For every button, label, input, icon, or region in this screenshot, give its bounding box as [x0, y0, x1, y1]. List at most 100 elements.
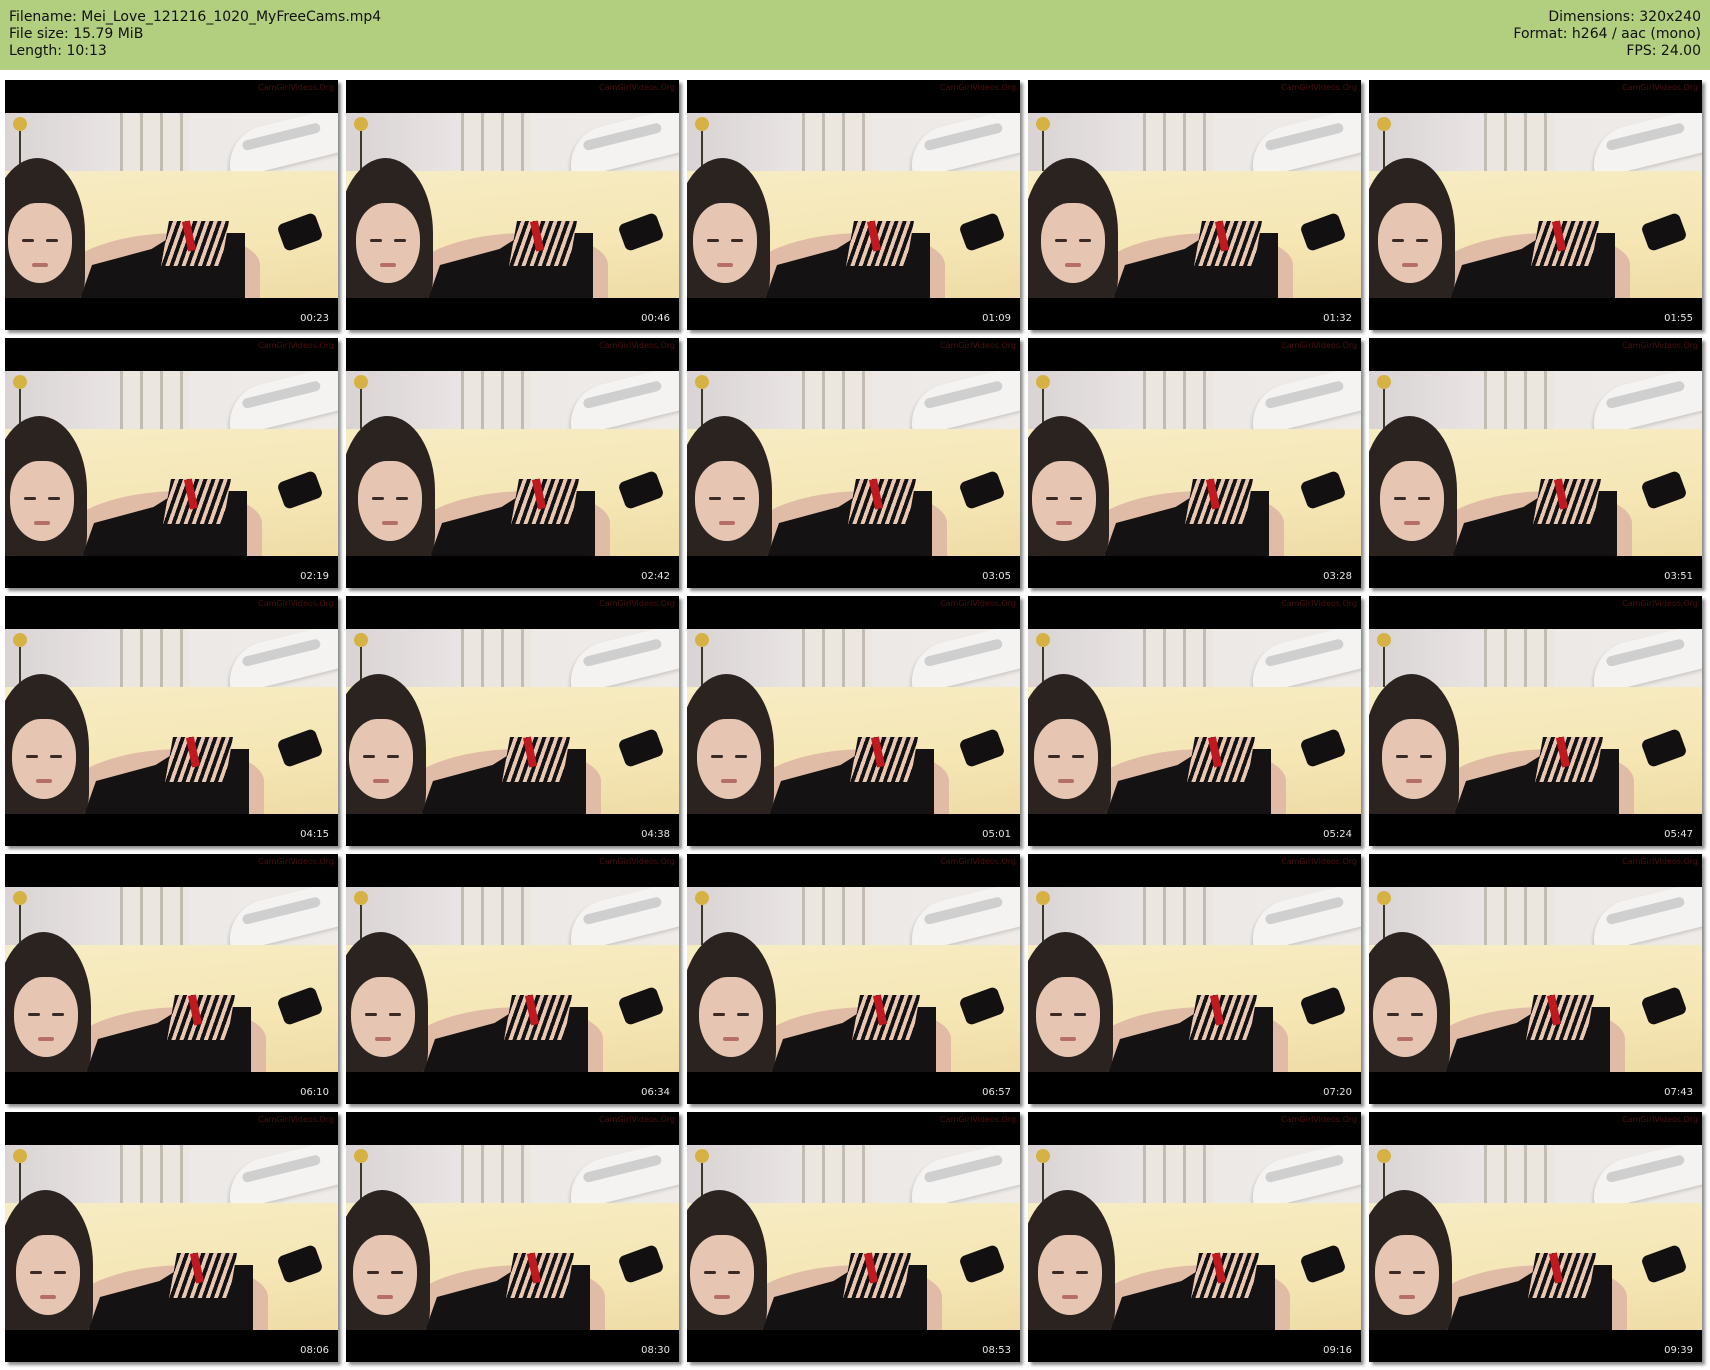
video-frame-image — [687, 1145, 1020, 1330]
watermark-text: CamGirlVideos.Org — [258, 857, 334, 866]
video-frame-image — [1369, 887, 1702, 1072]
thumbnail-frame: CamGirlVideos.Org 03:05 — [687, 338, 1020, 588]
thumbnail-frame: CamGirlVideos.Org 00:46 — [346, 80, 679, 330]
video-frame-image — [5, 629, 338, 814]
watermark-text: CamGirlVideos.Org — [940, 341, 1016, 350]
video-frame-image — [1369, 1145, 1702, 1330]
video-frame-image — [687, 629, 1020, 814]
video-frame-image — [346, 1145, 679, 1330]
thumbnail-frame: CamGirlVideos.Org 05:47 — [1369, 596, 1702, 846]
video-frame-image — [346, 887, 679, 1072]
thumbnail-frame: CamGirlVideos.Org 08:30 — [346, 1112, 679, 1362]
video-frame-image — [5, 371, 338, 556]
timestamp-label: 05:47 — [1664, 829, 1693, 840]
timestamp-label: 03:05 — [982, 571, 1011, 582]
watermark-text: CamGirlVideos.Org — [1281, 857, 1357, 866]
timestamp-label: 04:38 — [641, 829, 670, 840]
timestamp-label: 03:51 — [1664, 571, 1693, 582]
watermark-text: CamGirlVideos.Org — [940, 857, 1016, 866]
video-frame-image — [1028, 1145, 1361, 1330]
video-frame-image — [5, 113, 338, 298]
thumbnail-grid: CamGirlVideos.Org 00:23 CamGirlVideos.Org 0… — [0, 0, 1710, 1370]
timestamp-label: 01:32 — [1323, 313, 1352, 324]
timestamp-label: 07:43 — [1664, 1087, 1693, 1098]
video-frame-image — [1369, 371, 1702, 556]
timestamp-label: 04:15 — [300, 829, 329, 840]
thumbnail-frame: CamGirlVideos.Org 08:06 — [5, 1112, 338, 1362]
video-frame-image — [5, 887, 338, 1072]
video-frame-image — [687, 371, 1020, 556]
thumbnail-frame: CamGirlVideos.Org 01:32 — [1028, 80, 1361, 330]
thumbnail-frame: CamGirlVideos.Org 07:20 — [1028, 854, 1361, 1104]
watermark-text: CamGirlVideos.Org — [1281, 341, 1357, 350]
watermark-text: CamGirlVideos.Org — [258, 83, 334, 92]
timestamp-label: 00:23 — [300, 313, 329, 324]
timestamp-label: 06:57 — [982, 1087, 1011, 1098]
video-frame-image — [1028, 371, 1361, 556]
video-frame-image — [1028, 629, 1361, 814]
thumbnail-frame: CamGirlVideos.Org 09:39 — [1369, 1112, 1702, 1362]
watermark-text: CamGirlVideos.Org — [599, 1115, 675, 1124]
watermark-text: CamGirlVideos.Org — [258, 1115, 334, 1124]
video-frame-image — [1028, 887, 1361, 1072]
video-frame-image — [346, 371, 679, 556]
timestamp-label: 02:42 — [641, 571, 670, 582]
watermark-text: CamGirlVideos.Org — [258, 599, 334, 608]
watermark-text: CamGirlVideos.Org — [940, 83, 1016, 92]
thumbnail-frame: CamGirlVideos.Org 04:15 — [5, 596, 338, 846]
thumbnail-frame: CamGirlVideos.Org 06:57 — [687, 854, 1020, 1104]
watermark-text: CamGirlVideos.Org — [1281, 599, 1357, 608]
thumbnail-frame: CamGirlVideos.Org 02:19 — [5, 338, 338, 588]
timestamp-label: 01:09 — [982, 313, 1011, 324]
thumbnail-frame: CamGirlVideos.Org 05:24 — [1028, 596, 1361, 846]
timestamp-label: 09:16 — [1323, 1345, 1352, 1356]
watermark-text: CamGirlVideos.Org — [1281, 83, 1357, 92]
video-frame-image — [1028, 113, 1361, 298]
thumbnail-frame: CamGirlVideos.Org 02:42 — [346, 338, 679, 588]
thumbnail-frame: CamGirlVideos.Org 09:16 — [1028, 1112, 1361, 1362]
video-frame-image — [1369, 629, 1702, 814]
watermark-text: CamGirlVideos.Org — [1281, 1115, 1357, 1124]
thumbnail-frame: CamGirlVideos.Org 00:23 — [5, 80, 338, 330]
timestamp-label: 05:01 — [982, 829, 1011, 840]
watermark-text: CamGirlVideos.Org — [599, 341, 675, 350]
timestamp-label: 08:06 — [300, 1345, 329, 1356]
thumbnail-frame: CamGirlVideos.Org 03:28 — [1028, 338, 1361, 588]
watermark-text: CamGirlVideos.Org — [1622, 1115, 1698, 1124]
timestamp-label: 03:28 — [1323, 571, 1352, 582]
watermark-text: CamGirlVideos.Org — [1622, 83, 1698, 92]
video-frame-image — [687, 887, 1020, 1072]
watermark-text: CamGirlVideos.Org — [599, 83, 675, 92]
watermark-text: CamGirlVideos.Org — [940, 1115, 1016, 1124]
thumbnail-frame: CamGirlVideos.Org 04:38 — [346, 596, 679, 846]
watermark-text: CamGirlVideos.Org — [940, 599, 1016, 608]
video-frame-image — [346, 629, 679, 814]
timestamp-label: 06:10 — [300, 1087, 329, 1098]
thumbnail-frame: CamGirlVideos.Org 01:55 — [1369, 80, 1702, 330]
video-frame-image — [346, 113, 679, 298]
timestamp-label: 07:20 — [1323, 1087, 1352, 1098]
timestamp-label: 05:24 — [1323, 829, 1352, 840]
thumbnail-frame: CamGirlVideos.Org 07:43 — [1369, 854, 1702, 1104]
thumbnail-frame: CamGirlVideos.Org 03:51 — [1369, 338, 1702, 588]
watermark-text: CamGirlVideos.Org — [258, 341, 334, 350]
video-frame-image — [687, 113, 1020, 298]
video-frame-image — [1369, 113, 1702, 298]
thumbnail-frame: CamGirlVideos.Org 06:34 — [346, 854, 679, 1104]
watermark-text: CamGirlVideos.Org — [1622, 341, 1698, 350]
timestamp-label: 06:34 — [641, 1087, 670, 1098]
watermark-text: CamGirlVideos.Org — [599, 857, 675, 866]
timestamp-label: 01:55 — [1664, 313, 1693, 324]
timestamp-label: 08:53 — [982, 1345, 1011, 1356]
watermark-text: CamGirlVideos.Org — [599, 599, 675, 608]
watermark-text: CamGirlVideos.Org — [1622, 857, 1698, 866]
timestamp-label: 08:30 — [641, 1345, 670, 1356]
thumbnail-frame: CamGirlVideos.Org 06:10 — [5, 854, 338, 1104]
timestamp-label: 02:19 — [300, 571, 329, 582]
timestamp-label: 09:39 — [1664, 1345, 1693, 1356]
thumbnail-frame: CamGirlVideos.Org 05:01 — [687, 596, 1020, 846]
thumbnail-frame: CamGirlVideos.Org 08:53 — [687, 1112, 1020, 1362]
watermark-text: CamGirlVideos.Org — [1622, 599, 1698, 608]
video-frame-image — [5, 1145, 338, 1330]
timestamp-label: 00:46 — [641, 313, 670, 324]
